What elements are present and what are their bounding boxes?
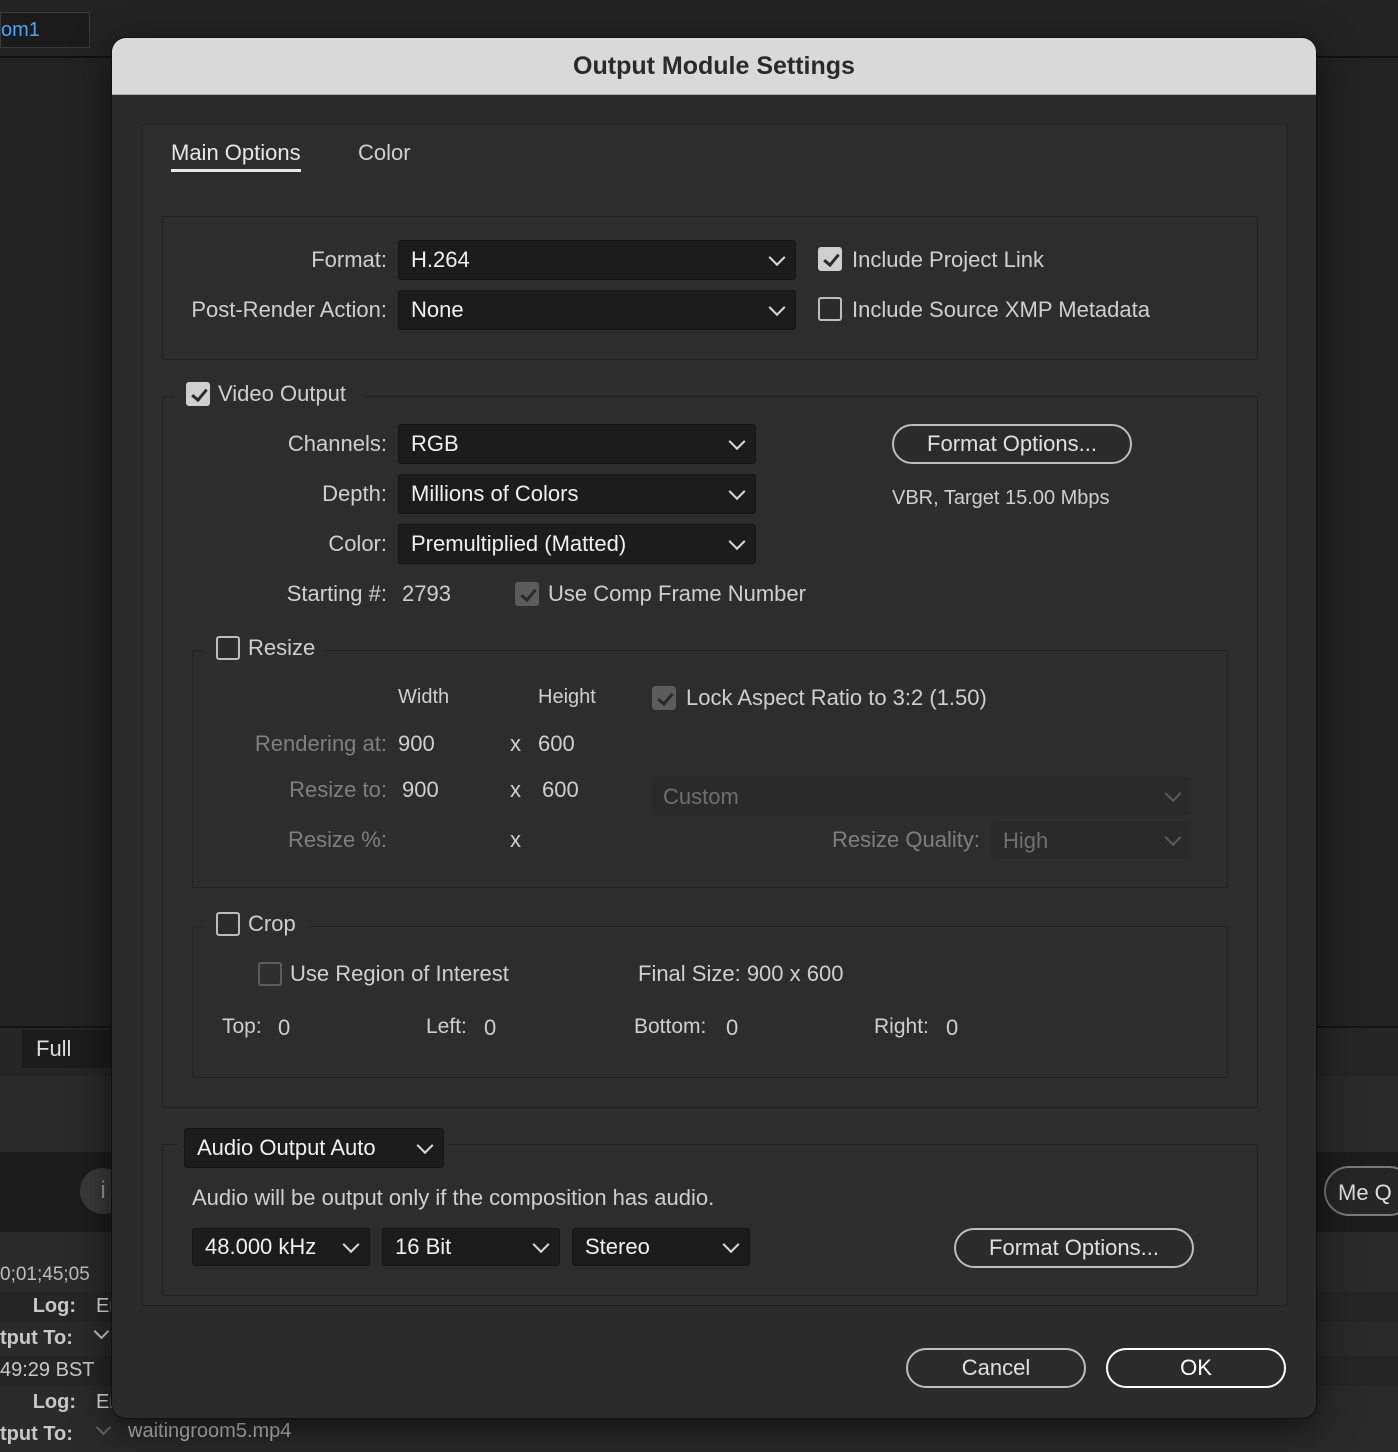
color-value: Premultiplied (Matted) — [411, 531, 627, 556]
chevron-down-icon — [532, 1236, 550, 1254]
starting-number-field[interactable]: 2793 — [402, 581, 451, 607]
post-render-label: Post-Render Action: — [191, 297, 387, 322]
sample-rate-dropdown[interactable]: 48.000 kHz — [192, 1228, 370, 1266]
crop-right-label: Right: — [874, 1015, 929, 1038]
bitrate-note: VBR, Target 15.00 Mbps — [892, 487, 1110, 509]
video-format-options-button[interactable]: Format Options... — [892, 424, 1132, 464]
resolution-dropdown[interactable]: Full — [22, 1030, 112, 1068]
crop-label: Crop — [248, 911, 296, 936]
crop-left-field[interactable]: 0 — [484, 1015, 496, 1041]
post-render-value: None — [411, 297, 464, 322]
resize-percent-label: Resize %: — [287, 827, 387, 852]
rendering-at-label: Rendering at: — [254, 731, 387, 756]
starting-number-label: Starting #: — [286, 581, 387, 606]
queue-in-media-encoder-button[interactable]: Me Q — [1324, 1166, 1398, 1216]
x-separator: x — [510, 777, 521, 802]
resize-to-height-field[interactable]: 600 — [542, 777, 579, 803]
ok-button[interactable]: OK — [1106, 1348, 1286, 1388]
use-comp-frame-label: Use Comp Frame Number — [548, 581, 806, 606]
depth-dropdown[interactable]: Millions of Colors — [398, 474, 756, 514]
format-dropdown[interactable]: H.264 — [398, 240, 796, 280]
rendering-height: 600 — [538, 731, 575, 756]
color-dropdown[interactable]: Premultiplied (Matted) — [398, 524, 756, 564]
height-header: Height — [538, 686, 596, 708]
post-render-dropdown[interactable]: None — [398, 290, 796, 330]
crop-bottom-field[interactable]: 0 — [726, 1015, 738, 1041]
resize-checkbox[interactable] — [216, 636, 240, 660]
lock-aspect-label: Lock Aspect Ratio to 3:2 (1.50) — [686, 685, 987, 710]
output-to-label: tput To: — [0, 1423, 73, 1445]
x-separator: x — [510, 731, 521, 756]
channels-dropdown[interactable]: RGB — [398, 424, 756, 464]
chevron-down-icon — [728, 483, 746, 501]
chevron-down-icon — [722, 1236, 740, 1254]
channels-value: RGB — [411, 431, 459, 456]
video-output-label: Video Output — [218, 381, 347, 406]
tab-color[interactable]: Color — [358, 140, 411, 166]
format-label: Format: — [311, 247, 387, 272]
resize-quality-value: High — [1003, 828, 1049, 853]
audio-channels-value: Stereo — [585, 1234, 650, 1259]
crop-top-label: Top: — [222, 1015, 262, 1038]
output-module-settings-dialog: Output Module Settings Main Options Colo… — [112, 38, 1316, 1418]
render-time: 49:29 BST — [0, 1359, 95, 1381]
chevron-down-icon — [728, 433, 746, 451]
resize-quality-dropdown[interactable]: High — [990, 820, 1192, 860]
audio-bit-depth-value: 16 Bit — [395, 1234, 452, 1259]
crop-bottom-label: Bottom: — [634, 1015, 707, 1038]
tab-main-options[interactable]: Main Options — [171, 140, 301, 172]
audio-bit-depth-dropdown[interactable]: 16 Bit — [382, 1228, 560, 1266]
lock-aspect-checkbox[interactable] — [652, 686, 676, 710]
rendering-width: 900 — [398, 731, 435, 756]
include-xmp-checkbox[interactable] — [818, 297, 842, 321]
resize-preset-dropdown[interactable]: Custom — [650, 776, 1192, 816]
chevron-down-icon — [342, 1236, 360, 1254]
dialog-title: Output Module Settings — [112, 38, 1316, 95]
use-comp-frame-checkbox[interactable] — [515, 582, 539, 606]
crop-left-label: Left: — [426, 1015, 467, 1038]
composition-tab[interactable]: om1 — [0, 12, 90, 48]
channels-label: Channels: — [287, 431, 387, 456]
elapsed-timecode: 0;01;45;05 — [0, 1264, 90, 1285]
use-region-of-interest-label: Use Region of Interest — [290, 961, 509, 986]
x-separator: x — [510, 827, 521, 852]
cancel-button[interactable]: Cancel — [906, 1348, 1086, 1388]
resize-preset-value: Custom — [663, 784, 739, 809]
resize-to-width-field[interactable]: 900 — [402, 777, 439, 803]
depth-value: Millions of Colors — [411, 481, 579, 506]
log-label: Log: — [32, 1391, 76, 1413]
format-group — [162, 216, 1258, 360]
include-project-link-label: Include Project Link — [852, 247, 1044, 272]
include-project-link-checkbox[interactable] — [818, 247, 842, 271]
output-file-link[interactable]: waitingroom5.mp4 — [128, 1420, 291, 1443]
log-label: Log: — [32, 1295, 76, 1317]
resize-to-label: Resize to: — [289, 777, 387, 802]
audio-note: Audio will be output only if the composi… — [192, 1185, 715, 1210]
chevron-down-icon — [728, 533, 746, 551]
sample-rate-value: 48.000 kHz — [205, 1234, 317, 1259]
resize-quality-label: Resize Quality: — [832, 827, 980, 852]
video-output-checkbox[interactable] — [186, 382, 210, 406]
crop-right-field[interactable]: 0 — [946, 1015, 958, 1041]
chevron-down-icon — [1164, 829, 1182, 847]
color-label: Color: — [328, 531, 387, 556]
audio-output-mode-dropdown[interactable]: Audio Output Auto — [184, 1128, 444, 1168]
audio-format-options-button[interactable]: Format Options... — [954, 1228, 1194, 1268]
final-size: Final Size: 900 x 600 — [638, 961, 844, 986]
resize-label: Resize — [248, 635, 316, 660]
include-xmp-label: Include Source XMP Metadata — [852, 297, 1150, 322]
format-value: H.264 — [411, 247, 470, 272]
crop-checkbox[interactable] — [216, 912, 240, 936]
audio-channels-dropdown[interactable]: Stereo — [572, 1228, 750, 1266]
chevron-down-icon — [1164, 785, 1182, 803]
chevron-down-icon — [768, 299, 786, 317]
crop-top-field[interactable]: 0 — [278, 1015, 290, 1041]
width-header: Width — [398, 686, 450, 708]
crop-group — [192, 926, 1228, 1078]
depth-label: Depth: — [322, 481, 387, 506]
use-region-of-interest-checkbox[interactable] — [258, 962, 282, 986]
chevron-down-icon — [768, 249, 786, 267]
chevron-down-icon — [416, 1137, 434, 1155]
audio-output-mode-value: Audio Output Auto — [197, 1135, 376, 1160]
